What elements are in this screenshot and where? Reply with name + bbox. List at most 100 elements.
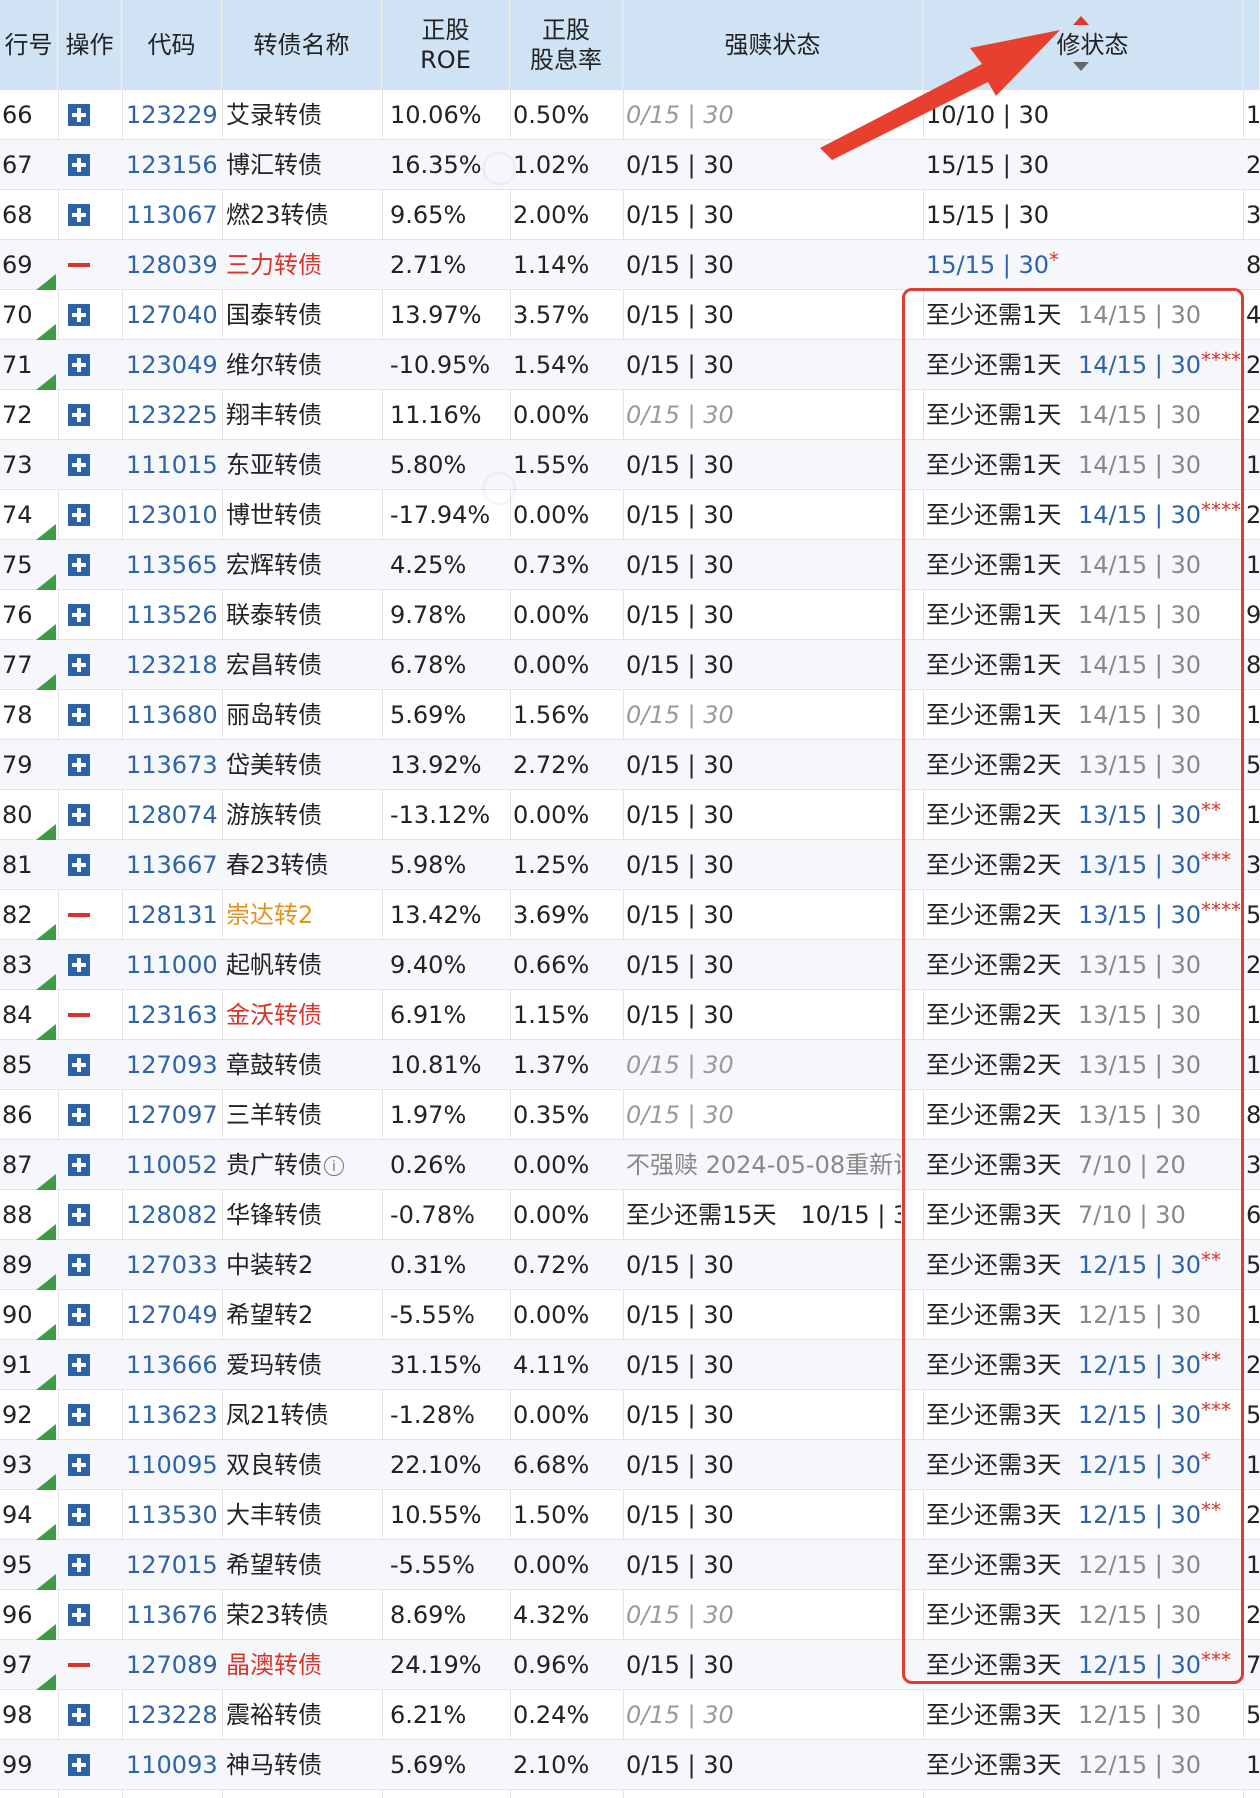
bond-code-link[interactable]: 123225 xyxy=(126,390,222,440)
bond-name[interactable]: 华锋转债 xyxy=(226,1190,376,1240)
plus-square-icon[interactable] xyxy=(68,354,90,376)
bond-name[interactable]: 晶澳转债 xyxy=(226,1640,376,1690)
bond-name[interactable]: 东亚转债 xyxy=(226,440,376,490)
plus-square-icon[interactable] xyxy=(68,1504,90,1526)
bond-code-link[interactable]: 127033 xyxy=(126,1240,222,1290)
bond-code-link[interactable]: 123218 xyxy=(126,640,222,690)
minus-icon[interactable] xyxy=(68,913,90,917)
plus-square-icon[interactable] xyxy=(68,1754,90,1776)
minus-icon[interactable] xyxy=(68,1013,90,1017)
plus-square-icon[interactable] xyxy=(68,1254,90,1276)
col-header-op[interactable]: 操作 xyxy=(58,0,122,90)
info-circle-icon[interactable]: i xyxy=(324,1156,344,1176)
bond-name[interactable]: 起帆转债 xyxy=(226,940,376,990)
bond-code-link[interactable]: 113673 xyxy=(126,740,222,790)
bond-code-link[interactable]: 127049 xyxy=(126,1290,222,1340)
plus-square-icon[interactable] xyxy=(68,1204,90,1226)
bond-name[interactable]: 燃23转债 xyxy=(226,190,376,240)
bond-code-link[interactable]: 123229 xyxy=(126,90,222,140)
bond-name[interactable]: 三力转债 xyxy=(226,240,376,290)
bond-name[interactable]: 贵广转债 i xyxy=(226,1140,376,1190)
bond-name[interactable]: 宏昌转债 xyxy=(226,640,376,690)
plus-square-icon[interactable] xyxy=(68,504,90,526)
table-row[interactable]: 69 128039 三力转债 2.71% 1.14% 0/15 | 30 15/15 | 3… xyxy=(0,240,1260,290)
bond-code-link[interactable]: 123228 xyxy=(126,1690,222,1740)
plus-square-icon[interactable] xyxy=(68,1154,90,1176)
bond-name[interactable]: 翔丰转债 xyxy=(226,390,376,440)
bond-name[interactable]: 博汇转债 xyxy=(226,140,376,190)
bond-code-link[interactable]: 123049 xyxy=(126,340,222,390)
plus-square-icon[interactable] xyxy=(68,304,90,326)
bond-code-link[interactable]: 113565 xyxy=(126,540,222,590)
bond-code-link[interactable]: 113680 xyxy=(126,690,222,740)
bond-code-link[interactable]: 110095 xyxy=(126,1440,222,1490)
plus-square-icon[interactable] xyxy=(68,1304,90,1326)
bond-code-link[interactable]: 128039 xyxy=(126,240,222,290)
plus-square-icon[interactable] xyxy=(68,704,90,726)
bond-code-link[interactable]: 127040 xyxy=(126,290,222,340)
plus-square-icon[interactable] xyxy=(68,654,90,676)
bond-code-link[interactable]: 127089 xyxy=(126,1640,222,1690)
col-header-name[interactable]: 转债名称 xyxy=(222,0,382,90)
bond-name[interactable]: 联泰转债 xyxy=(226,590,376,640)
bond-code-link[interactable]: 111000 xyxy=(126,940,222,990)
minus-icon[interactable] xyxy=(68,263,90,267)
bond-name[interactable]: 春23转债 xyxy=(226,840,376,890)
bond-code-link[interactable]: 113623 xyxy=(126,1390,222,1440)
bond-name[interactable]: 希望转2 xyxy=(226,1290,376,1340)
bond-code-link[interactable]: 127093 xyxy=(126,1040,222,1090)
plus-square-icon[interactable] xyxy=(68,804,90,826)
bond-code-link[interactable]: 123156 xyxy=(126,140,222,190)
bond-code-link[interactable]: 110052 xyxy=(126,1140,222,1190)
plus-square-icon[interactable] xyxy=(68,204,90,226)
plus-square-icon[interactable] xyxy=(68,1354,90,1376)
plus-square-icon[interactable] xyxy=(68,554,90,576)
bond-name[interactable]: 艾录转债 xyxy=(226,90,376,140)
bond-code-link[interactable]: 123010 xyxy=(126,490,222,540)
minus-icon[interactable] xyxy=(68,1663,90,1667)
bond-name[interactable]: 金沃转债 xyxy=(226,990,376,1040)
bond-name[interactable]: 爱玛转债 xyxy=(226,1340,376,1390)
bond-code-link[interactable]: 128074 xyxy=(126,790,222,840)
bond-name[interactable]: 神马转债 xyxy=(226,1740,376,1790)
plus-square-icon[interactable] xyxy=(68,454,90,476)
bond-name[interactable]: 宏辉转债 xyxy=(226,540,376,590)
plus-square-icon[interactable] xyxy=(68,954,90,976)
bond-name[interactable]: 国泰转债 xyxy=(226,290,376,340)
col-header-roe[interactable]: 正股 ROE xyxy=(382,0,510,90)
plus-square-icon[interactable] xyxy=(68,754,90,776)
bond-name[interactable]: 荣23转债 xyxy=(226,1590,376,1640)
plus-square-icon[interactable] xyxy=(68,1054,90,1076)
bond-name[interactable]: 凤21转债 xyxy=(226,1390,376,1440)
bond-name[interactable]: 维尔转债 xyxy=(226,340,376,390)
table-row[interactable]: 99 110093 神马转债 5.69% 2.10% 0/15 | 30 至少还需3天 12/… xyxy=(0,1740,1260,1790)
table-row[interactable]: 98 123228 震裕转债 6.21% 0.24% 0/15 | 30 至少还需3天 12/… xyxy=(0,1690,1260,1740)
plus-square-icon[interactable] xyxy=(68,404,90,426)
plus-square-icon[interactable] xyxy=(68,1554,90,1576)
bond-name[interactable]: 震裕转债 xyxy=(226,1690,376,1740)
bond-code-link[interactable]: 113067 xyxy=(126,190,222,240)
bond-name[interactable]: 游族转债 xyxy=(226,790,376,840)
bond-code-link[interactable]: 111015 xyxy=(126,440,222,490)
col-header-row-no[interactable]: 行号 xyxy=(0,0,58,90)
bond-code-link[interactable]: 123163 xyxy=(126,990,222,1040)
bond-code-link[interactable]: 113666 xyxy=(126,1340,222,1390)
bond-code-link[interactable]: 113526 xyxy=(126,590,222,640)
plus-square-icon[interactable] xyxy=(68,1404,90,1426)
plus-square-icon[interactable] xyxy=(68,854,90,876)
col-header-code[interactable]: 代码 xyxy=(122,0,222,90)
bond-code-link[interactable]: 110093 xyxy=(126,1740,222,1790)
bond-name[interactable]: 崇达转2 xyxy=(226,890,376,940)
bond-name[interactable]: 三羊转债 xyxy=(226,1090,376,1140)
bond-name[interactable]: 岱美转债 xyxy=(226,740,376,790)
bond-name[interactable]: 大丰转债 xyxy=(226,1490,376,1540)
plus-square-icon[interactable] xyxy=(68,154,90,176)
plus-square-icon[interactable] xyxy=(68,1454,90,1476)
bond-code-link[interactable]: 113676 xyxy=(126,1590,222,1640)
col-header-dividend[interactable]: 正股 股息率 xyxy=(510,0,623,90)
plus-square-icon[interactable] xyxy=(68,1604,90,1626)
bond-code-link[interactable]: 127015 xyxy=(126,1540,222,1590)
bond-code-link[interactable]: 127097 xyxy=(126,1090,222,1140)
bond-name[interactable]: 双良转债 xyxy=(226,1440,376,1490)
bond-name[interactable]: 希望转债 xyxy=(226,1540,376,1590)
